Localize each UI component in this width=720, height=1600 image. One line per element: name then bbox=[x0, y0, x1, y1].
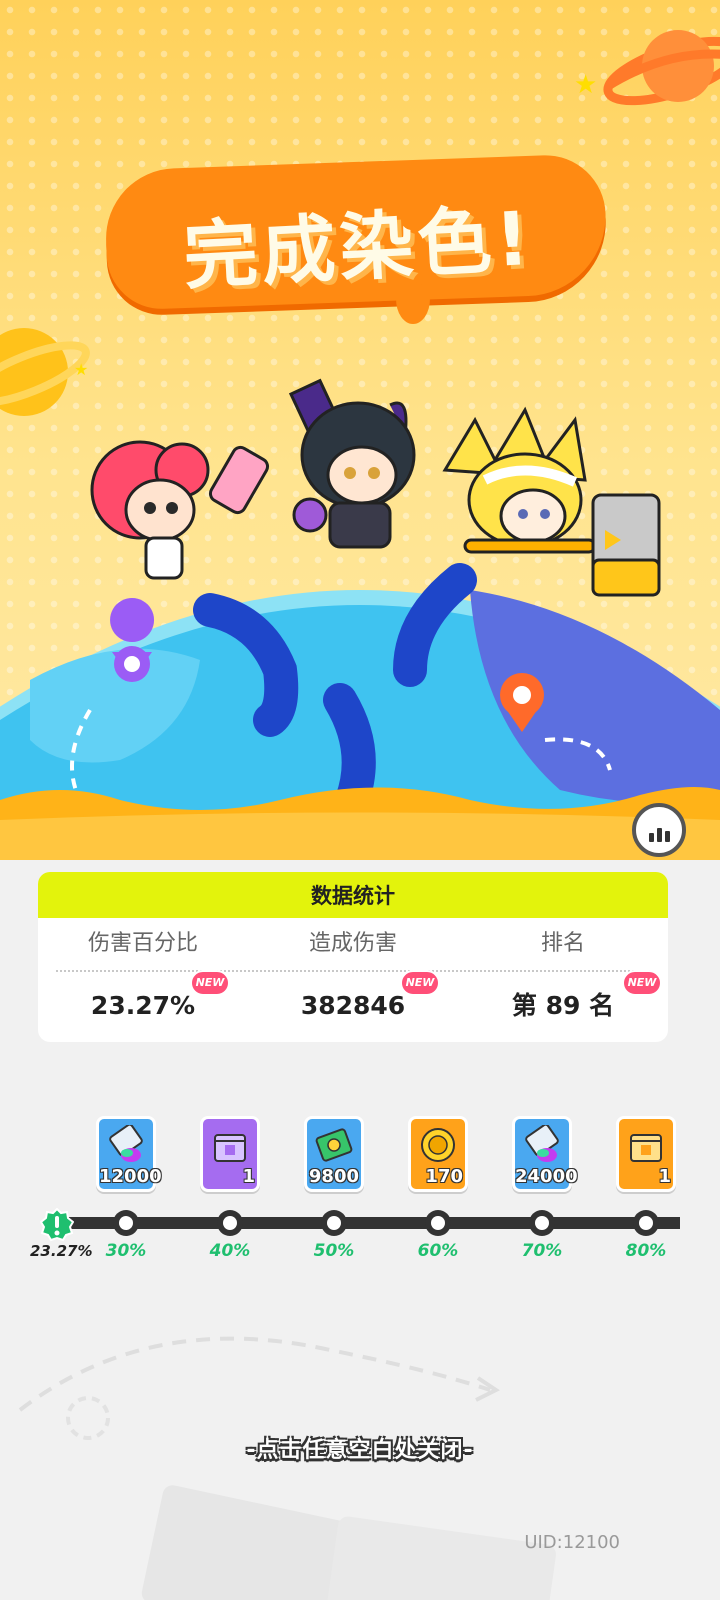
bar-chart-icon bbox=[656, 828, 662, 842]
reward-count: 12000 bbox=[99, 1166, 162, 1187]
milestone-percent: 70% bbox=[521, 1241, 563, 1261]
paint-tube-icon bbox=[525, 1125, 559, 1162]
bar-chart-icon bbox=[648, 833, 654, 842]
milestone-percent: 80% bbox=[625, 1241, 667, 1261]
reward-count: 170 bbox=[425, 1166, 463, 1187]
purple-gift-box-icon bbox=[214, 1134, 246, 1162]
reward-count: 24000 bbox=[515, 1166, 578, 1187]
tap-to-close-hint[interactable]: -点击任意空白处关闭- bbox=[0, 1432, 720, 1464]
damage-dealt-label: 造成伤害 bbox=[308, 931, 397, 956]
milestone-node bbox=[113, 1210, 139, 1236]
reward-slot-50[interactable]: 9800 bbox=[304, 1116, 364, 1192]
stats-divider bbox=[56, 970, 650, 972]
new-badge: NEW bbox=[622, 970, 662, 996]
reward-slot-30[interactable]: 12000 bbox=[96, 1116, 162, 1192]
new-badge: NEW bbox=[190, 970, 230, 996]
milestone-percent: 30% bbox=[105, 1241, 147, 1261]
current-progress-marker-icon bbox=[40, 1208, 74, 1242]
reward-slot-60[interactable]: 170 bbox=[408, 1116, 468, 1192]
result-banner: ★ ★ ✦ 完成染色! bbox=[0, 0, 720, 860]
sparkle-icon: ★ bbox=[574, 70, 598, 100]
planet-decoration-icon bbox=[603, 30, 720, 106]
damage-percent-label: 伤害百分比 bbox=[87, 931, 198, 956]
cash-icon bbox=[315, 1128, 353, 1162]
milestone-node bbox=[321, 1210, 347, 1236]
sparkle-icon: ★ bbox=[74, 360, 89, 379]
milestone-node bbox=[425, 1210, 451, 1236]
milestone-node bbox=[633, 1210, 659, 1236]
reward-slot-70[interactable]: 24000 bbox=[512, 1116, 578, 1192]
milestone-node bbox=[217, 1210, 243, 1236]
milestone-percent: 40% bbox=[209, 1241, 251, 1261]
reward-count: 1 bbox=[242, 1166, 255, 1187]
rank-label: 排名 bbox=[540, 931, 585, 956]
character-dark-hair-icon bbox=[288, 378, 416, 549]
orange-gift-box-icon bbox=[630, 1134, 662, 1162]
character-pink-hair-icon bbox=[90, 440, 270, 580]
leaderboard-button[interactable] bbox=[632, 803, 686, 857]
new-badge: NEW bbox=[400, 970, 440, 996]
title-badge: 完成染色! bbox=[98, 150, 618, 340]
reward-slot-80[interactable]: 1 bbox=[616, 1116, 676, 1192]
milestone-percent: 60% bbox=[417, 1241, 459, 1261]
current-progress-label: 23.27% bbox=[30, 1242, 93, 1260]
paint-tube-icon bbox=[109, 1125, 143, 1162]
stats-card: 数据统计 伤害百分比 造成伤害 排名 23.27% 382846 第 89 名 … bbox=[38, 872, 668, 1042]
progress-track bbox=[56, 1217, 680, 1229]
reward-slot-40[interactable]: 1 bbox=[200, 1116, 260, 1192]
character-blonde-hair-icon bbox=[442, 406, 661, 597]
bar-chart-icon bbox=[664, 831, 670, 842]
milestone-percent: 50% bbox=[313, 1241, 355, 1261]
stats-card-header: 数据统计 bbox=[38, 872, 668, 918]
reward-count: 9800 bbox=[308, 1166, 359, 1187]
user-id: UID:12100 bbox=[524, 1532, 620, 1553]
gold-coin-icon bbox=[421, 1128, 455, 1162]
milestone-node bbox=[529, 1210, 555, 1236]
reward-count: 1 bbox=[658, 1166, 671, 1187]
